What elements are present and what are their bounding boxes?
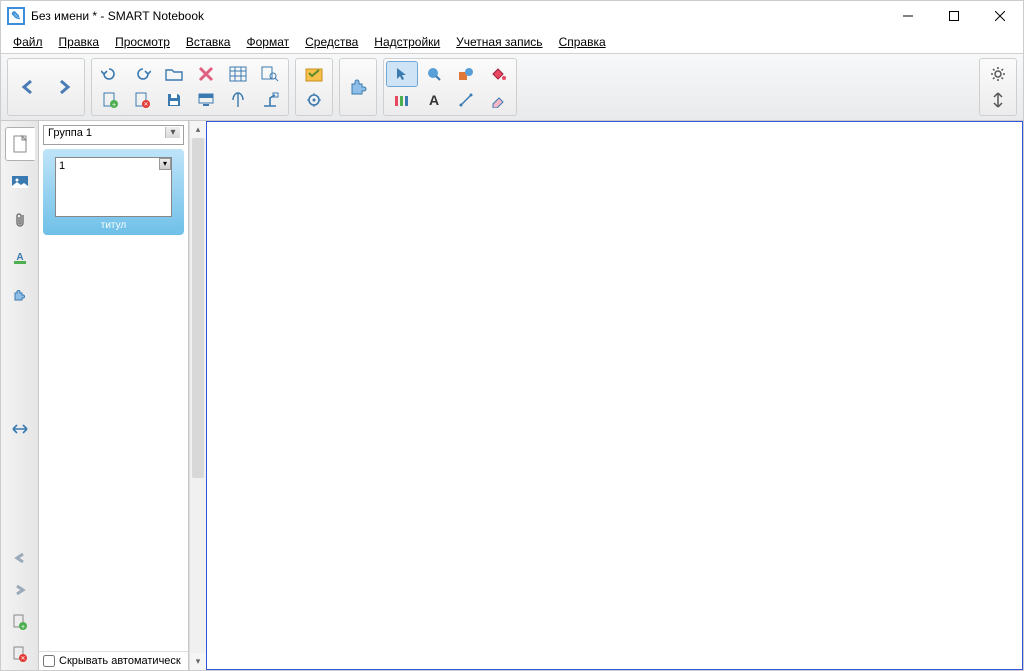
options-group <box>979 58 1017 116</box>
page-number: 1 <box>59 160 65 172</box>
line-tool-button[interactable] <box>451 88 481 112</box>
tab-gallery[interactable] <box>5 165 35 199</box>
redo-button[interactable] <box>127 62 157 86</box>
addon-group <box>339 58 377 116</box>
svg-text:A: A <box>429 92 439 108</box>
side-tabs: A + ✕ <box>1 121 39 670</box>
file-edit-group: + ✕ <box>91 58 289 116</box>
title-bar: ✎ Без имени * - SMART Notebook <box>1 1 1023 31</box>
thumbnail-menu-button[interactable]: ▾ <box>159 158 171 170</box>
open-button[interactable] <box>159 62 189 86</box>
svg-text:A: A <box>16 252 23 263</box>
pen-tool-button[interactable] <box>419 62 449 86</box>
close-button[interactable] <box>977 1 1023 31</box>
menu-tools[interactable]: Средства <box>297 33 366 51</box>
tab-attachments[interactable] <box>5 203 35 237</box>
menu-help[interactable]: Справка <box>551 33 614 51</box>
thumbnail-label: титул <box>55 220 172 231</box>
doc-camera-button[interactable] <box>255 88 285 112</box>
thumbnail-preview: 1 ▾ <box>55 157 172 217</box>
canvas-area: ▴ ▾ <box>189 121 1023 670</box>
save-button[interactable] <box>159 88 189 112</box>
page-thumbnail[interactable]: 1 ▾ титул <box>43 149 184 235</box>
tab-properties[interactable]: A <box>5 241 35 275</box>
delete-button[interactable] <box>191 62 221 86</box>
svg-text:✕: ✕ <box>20 656 25 662</box>
expand-toolbar-button[interactable] <box>983 88 1013 112</box>
addon-button[interactable] <box>343 62 373 112</box>
window-title: Без имени * - SMART Notebook <box>31 9 204 23</box>
panel-next-button[interactable] <box>5 576 35 604</box>
activity-group <box>295 58 333 116</box>
menu-format[interactable]: Формат <box>238 33 297 51</box>
tools-group: A <box>383 58 517 116</box>
workspace: A + ✕ Группа 1 1 ▾ титул Скрывать автома… <box>1 121 1023 670</box>
svg-text:+: + <box>112 102 116 108</box>
page-canvas[interactable] <box>206 121 1023 670</box>
scroll-down-icon[interactable]: ▾ <box>190 653 206 670</box>
menu-account[interactable]: Учетная запись <box>448 33 550 51</box>
page-sorter-panel: Группа 1 1 ▾ титул Скрывать автоматическ <box>39 121 189 670</box>
menu-insert[interactable]: Вставка <box>178 33 239 51</box>
delete-page-button[interactable]: ✕ <box>127 88 157 112</box>
zoom-page-button[interactable] <box>255 62 285 86</box>
scroll-thumb[interactable] <box>192 138 204 478</box>
menu-view[interactable]: Просмотр <box>107 33 178 51</box>
math-tools-button[interactable] <box>223 88 253 112</box>
move-panel-button[interactable] <box>5 415 35 443</box>
maximize-button[interactable] <box>931 1 977 31</box>
response-button[interactable] <box>299 62 329 86</box>
prev-page-button[interactable] <box>11 62 45 112</box>
thumbnails-area: 1 ▾ титул <box>39 149 188 651</box>
tab-page-sorter[interactable] <box>5 127 35 161</box>
select-tool-button[interactable] <box>387 62 417 86</box>
svg-text:✕: ✕ <box>143 102 148 108</box>
shape-tool-button[interactable] <box>451 62 481 86</box>
app-icon: ✎ <box>7 7 25 25</box>
settings-button[interactable] <box>983 62 1013 86</box>
menu-edit[interactable]: Правка <box>51 33 108 51</box>
menu-file[interactable]: Файл <box>5 33 51 51</box>
autohide-label: Скрывать автоматическ <box>59 655 181 667</box>
menu-bar: Файл Правка Просмотр Вставка Формат Сред… <box>1 31 1023 53</box>
vertical-scrollbar[interactable]: ▴ ▾ <box>189 121 206 670</box>
group-select[interactable]: Группа 1 <box>43 125 184 145</box>
screen-shade-button[interactable] <box>191 88 221 112</box>
menu-addons[interactable]: Надстройки <box>366 33 448 51</box>
svg-text:+: + <box>20 624 24 630</box>
minimize-button[interactable] <box>885 1 931 31</box>
main-toolbar: + ✕ A <box>1 53 1023 121</box>
nav-group <box>7 58 85 116</box>
text-tool-button[interactable]: A <box>419 88 449 112</box>
next-page-button[interactable] <box>47 62 81 112</box>
group-select-label: Группа 1 <box>48 127 92 139</box>
undo-button[interactable] <box>95 62 125 86</box>
panel-add-page-button[interactable]: + <box>5 608 35 636</box>
panel-prev-button[interactable] <box>5 544 35 572</box>
fill-tool-button[interactable] <box>483 62 513 86</box>
panel-footer: Скрывать автоматическ <box>39 651 188 670</box>
activity-button[interactable] <box>299 88 329 112</box>
eraser-tool-button[interactable] <box>483 88 513 112</box>
color-pens-button[interactable] <box>387 88 417 112</box>
table-button[interactable] <box>223 62 253 86</box>
panel-remove-page-button[interactable]: ✕ <box>5 640 35 668</box>
autohide-checkbox[interactable] <box>43 655 55 667</box>
new-page-button[interactable]: + <box>95 88 125 112</box>
scroll-up-icon[interactable]: ▴ <box>190 121 206 138</box>
tab-addons[interactable] <box>5 279 35 313</box>
